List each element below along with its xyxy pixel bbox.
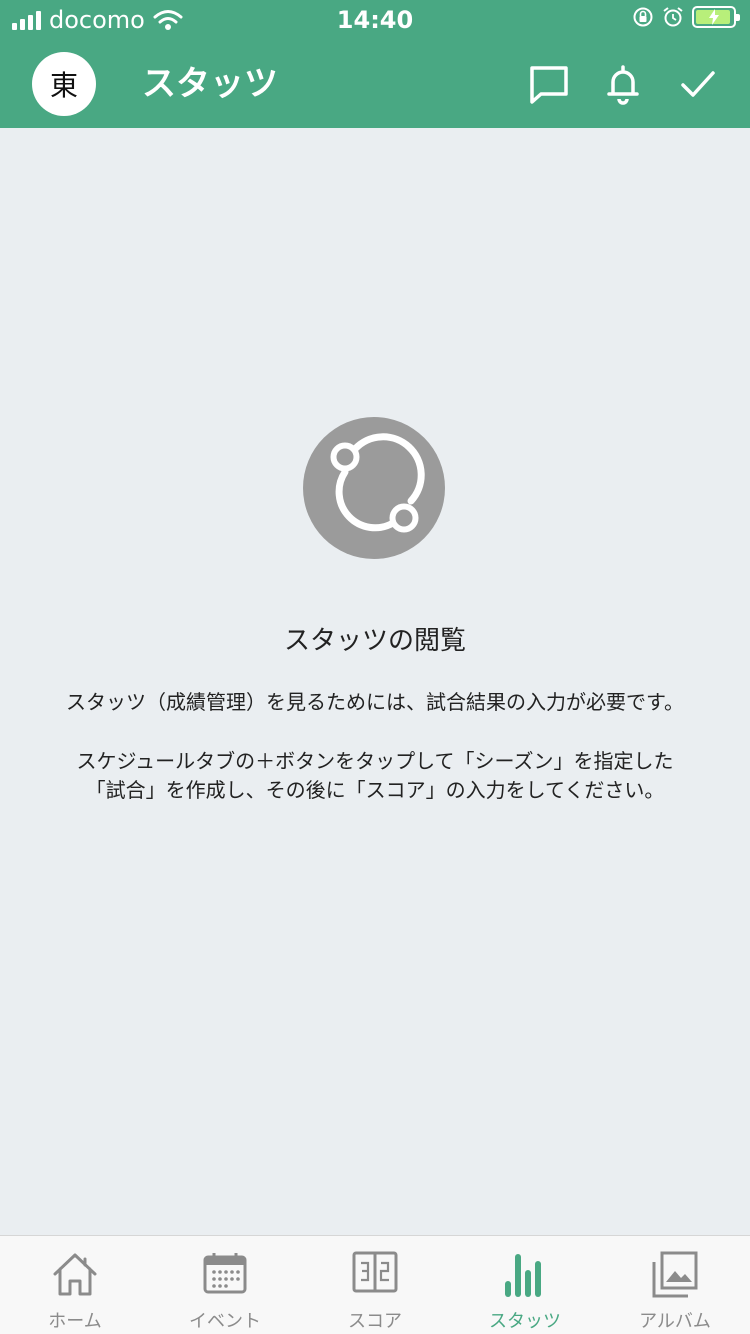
tab-album[interactable]: アルバム bbox=[600, 1236, 750, 1334]
battery-icon bbox=[692, 6, 740, 28]
page-title: スタッツ bbox=[142, 64, 278, 104]
empty-state-line-3: 「試合」を作成し、その後に「スコア」の入力をしてください。 bbox=[85, 778, 665, 802]
app-header: docomo 14:40 東 スタッツ bbox=[0, 0, 750, 128]
chat-icon[interactable] bbox=[527, 62, 571, 106]
scoreboard-icon bbox=[352, 1251, 398, 1293]
team-avatar[interactable]: 東 bbox=[32, 52, 96, 116]
home-icon bbox=[53, 1253, 97, 1296]
tab-stats[interactable]: スタッツ bbox=[450, 1236, 600, 1334]
tab-event[interactable]: イベント bbox=[150, 1236, 300, 1334]
tab-stats-label: スタッツ bbox=[489, 1311, 561, 1332]
calendar-icon bbox=[203, 1253, 247, 1294]
bar-chart-icon bbox=[505, 1254, 541, 1297]
tab-home[interactable]: ホーム bbox=[0, 1236, 150, 1334]
rotation-lock-icon bbox=[633, 7, 653, 27]
check-icon[interactable] bbox=[676, 62, 720, 106]
empty-state-title: スタッツの閲覧 bbox=[283, 626, 466, 656]
status-bar: docomo 14:40 bbox=[0, 0, 750, 40]
tab-score-label: スコア bbox=[348, 1311, 402, 1332]
tab-album-label: アルバム bbox=[639, 1311, 711, 1332]
bell-icon[interactable] bbox=[601, 62, 645, 106]
empty-state-line-2: スケジュールタブの＋ボタンをタップして「シーズン」を指定した bbox=[76, 749, 674, 773]
empty-state-line-1: スタッツ（成績管理）を見るためには、試合結果の入力が必要です。 bbox=[66, 690, 684, 714]
stats-placeholder-icon bbox=[303, 417, 445, 559]
status-indicators bbox=[632, 6, 740, 28]
tab-score[interactable]: スコア bbox=[300, 1236, 450, 1334]
tab-bar: ホーム イベント スコア スタッツ アルバム bbox=[0, 1235, 750, 1334]
alarm-icon bbox=[663, 7, 683, 27]
tab-event-label: イベント bbox=[189, 1311, 261, 1332]
album-icon bbox=[652, 1251, 698, 1298]
tab-home-label: ホーム bbox=[48, 1311, 102, 1332]
